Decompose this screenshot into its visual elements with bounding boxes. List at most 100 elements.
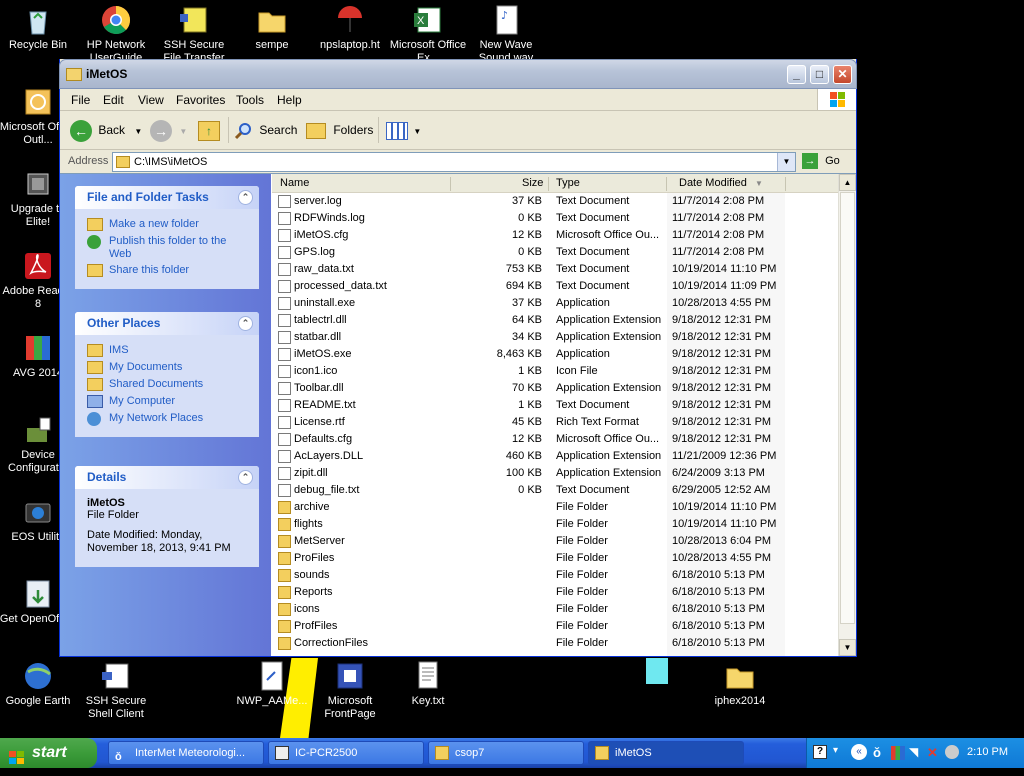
- vertical-scrollbar[interactable]: ▲ ▼: [838, 174, 856, 656]
- taskbar-item-ic-pcr2500[interactable]: IC-PCR2500: [268, 741, 424, 765]
- column-name[interactable]: Name: [280, 177, 309, 189]
- menu-edit[interactable]: Edit: [103, 93, 124, 107]
- desktop-icon-iphex2014[interactable]: iphex2014: [700, 660, 780, 721]
- table-row[interactable]: raw_data.txt 753 KB Text Document 10/19/201…: [272, 261, 838, 278]
- taskbar-item-csop7[interactable]: csop7: [428, 741, 584, 765]
- panel-header[interactable]: Other Places ⌃: [75, 312, 259, 335]
- table-row[interactable]: statbar.dll 34 KB Application Extension 9/1…: [272, 329, 838, 346]
- desktop-icon-google-earth[interactable]: Google Earth: [0, 660, 78, 721]
- table-row[interactable]: server.log 37 KB Text Document 11/7/2014 2:…: [272, 193, 838, 210]
- menu-tools[interactable]: Tools: [236, 93, 264, 107]
- search-button[interactable]: Search: [234, 117, 297, 143]
- column-divider[interactable]: [450, 177, 451, 191]
- task-publish-folder[interactable]: Publish this folder to the Web: [87, 235, 251, 261]
- table-row[interactable]: Reports File Folder 6/18/2010 5:13 PM: [272, 584, 838, 601]
- back-button[interactable]: ← Back ▼: [70, 117, 142, 143]
- place-shared-documents[interactable]: Shared Documents: [87, 378, 251, 392]
- up-folder-button[interactable]: ↑: [198, 117, 220, 143]
- desktop-icon-key-txt[interactable]: Key.txt: [388, 660, 468, 721]
- menu-view[interactable]: View: [138, 93, 164, 107]
- security-alert-icon[interactable]: ✕: [927, 745, 943, 761]
- column-divider[interactable]: [666, 177, 667, 191]
- intermet-tray-icon[interactable]: ǒ: [873, 745, 885, 761]
- address-input[interactable]: C:\IMS\iMetOS ▼: [112, 152, 796, 172]
- table-row[interactable]: tablectrl.dll 64 KB Application Extension 9…: [272, 312, 838, 329]
- go-button[interactable]: → Go: [802, 153, 850, 171]
- place-my-computer[interactable]: My Computer: [87, 395, 251, 409]
- panel-header[interactable]: Details ⌃: [75, 466, 259, 489]
- forward-button[interactable]: → ▼: [150, 117, 187, 143]
- file-size: 1 KB: [518, 399, 542, 411]
- taskbar-item-imetos[interactable]: iMetOS: [588, 741, 744, 765]
- table-row[interactable]: ProFiles File Folder 10/28/2013 4:55 PM: [272, 550, 838, 567]
- desktop-icon-ssh-file-transfer[interactable]: SSH Secure File Transfer Client: [154, 4, 234, 65]
- desktop-icon-npslaptop[interactable]: npslaptop.ht: [310, 4, 390, 65]
- show-hidden-icons-button[interactable]: «: [851, 744, 867, 760]
- menu-file[interactable]: File: [71, 93, 90, 107]
- table-row[interactable]: CorrectionFiles File Folder 6/18/2010 5:13…: [272, 635, 838, 652]
- table-row[interactable]: MetServer File Folder 10/28/2013 6:04 PM: [272, 533, 838, 550]
- close-button[interactable]: ✕: [833, 65, 852, 84]
- tray-expand-icon[interactable]: ▾: [833, 745, 843, 759]
- desktop-icon-frontpage[interactable]: Microsoft FrontPage: [310, 660, 390, 721]
- desktop-icon-ssh-shell[interactable]: SSH Secure Shell Client: [76, 660, 156, 721]
- table-row[interactable]: icons File Folder 6/18/2010 5:13 PM: [272, 601, 838, 618]
- panel-header[interactable]: File and Folder Tasks ⌃: [75, 186, 259, 209]
- network-tray-icon[interactable]: [891, 746, 905, 760]
- menu-favorites[interactable]: Favorites: [176, 93, 225, 107]
- table-row[interactable]: icon1.ico 1 KB Icon File 9/18/2012 12:31 PM: [272, 363, 838, 380]
- menu-help[interactable]: Help: [277, 93, 302, 107]
- desktop-icon-sempe[interactable]: sempe: [232, 4, 312, 65]
- wireless-icon[interactable]: ◥: [909, 745, 925, 761]
- place-my-network-places[interactable]: My Network Places: [87, 412, 251, 426]
- desktop-icon-excel[interactable]: X Microsoft Office Ex...: [388, 4, 468, 65]
- scroll-down-button[interactable]: ▼: [839, 639, 856, 656]
- folders-button[interactable]: Folders: [306, 117, 373, 143]
- task-share-folder[interactable]: Share this folder: [87, 264, 251, 278]
- column-date-modified[interactable]: Date Modified: [679, 177, 747, 189]
- collapse-chevron-icon[interactable]: ⌃: [238, 316, 253, 331]
- help-icon[interactable]: ?: [813, 745, 827, 759]
- desktop-icon-recycle-bin[interactable]: Recycle Bin: [0, 4, 78, 65]
- table-row[interactable]: License.rtf 45 KB Rich Text Format 9/18/201…: [272, 414, 838, 431]
- collapse-chevron-icon[interactable]: ⌃: [238, 190, 253, 205]
- table-row[interactable]: README.txt 1 KB Text Document 9/18/2012 12:…: [272, 397, 838, 414]
- column-type[interactable]: Type: [556, 177, 580, 189]
- maximize-button[interactable]: □: [810, 65, 829, 84]
- place-ims[interactable]: IMS: [87, 344, 251, 358]
- file-icon: [278, 331, 291, 344]
- column-divider[interactable]: [785, 177, 786, 191]
- minimize-button[interactable]: _: [787, 65, 806, 84]
- column-divider[interactable]: [548, 177, 549, 191]
- title-bar[interactable]: iMetOS _ □ ✕: [59, 59, 857, 89]
- table-row[interactable]: AcLayers.DLL 460 KB Application Extension 1…: [272, 448, 838, 465]
- volume-icon[interactable]: [945, 745, 959, 759]
- table-row[interactable]: ProfFiles File Folder 6/18/2010 5:13 PM: [272, 618, 838, 635]
- table-row[interactable]: iMetOS.cfg 12 KB Microsoft Office Ou... 11/…: [272, 227, 838, 244]
- desktop-icon-wave-sound[interactable]: ♪ New Wave Sound.wav: [466, 4, 546, 65]
- table-row[interactable]: RDFWinds.log 0 KB Text Document 11/7/2014 2…: [272, 210, 838, 227]
- start-button[interactable]: start: [0, 738, 97, 768]
- collapse-chevron-icon[interactable]: ⌃: [238, 470, 253, 485]
- task-make-new-folder[interactable]: Make a new folder: [87, 218, 251, 232]
- table-row[interactable]: archive File Folder 10/19/2014 11:10 PM: [272, 499, 838, 516]
- address-dropdown-button[interactable]: ▼: [777, 153, 795, 171]
- place-my-documents[interactable]: My Documents: [87, 361, 251, 375]
- views-button[interactable]: ▼: [386, 117, 421, 143]
- table-row[interactable]: Defaults.cfg 12 KB Microsoft Office Ou... 9…: [272, 431, 838, 448]
- column-size[interactable]: Size: [522, 177, 543, 189]
- table-row[interactable]: zipit.dll 100 KB Application Extension 6/24…: [272, 465, 838, 482]
- table-row[interactable]: iMetOS.exe 8,463 KB Application 9/18/2012 1…: [272, 346, 838, 363]
- table-row[interactable]: GPS.log 0 KB Text Document 11/7/2014 2:08 P…: [272, 244, 838, 261]
- desktop-icon-nwp[interactable]: NWP_AAMe...: [232, 660, 312, 721]
- table-row[interactable]: sounds File Folder 6/18/2010 5:13 PM: [272, 567, 838, 584]
- table-row[interactable]: Toolbar.dll 70 KB Application Extension 9/1…: [272, 380, 838, 397]
- scroll-up-button[interactable]: ▲: [839, 174, 856, 191]
- table-row[interactable]: processed_data.txt 694 KB Text Document 10/…: [272, 278, 838, 295]
- table-row[interactable]: flights File Folder 10/19/2014 11:10 PM: [272, 516, 838, 533]
- scroll-thumb[interactable]: [840, 192, 855, 624]
- desktop-icon-hp-network[interactable]: HP Network UserGuide: [76, 4, 156, 65]
- taskbar-item-intermet[interactable]: ǒ InterMet Meteorologi...: [108, 741, 264, 765]
- table-row[interactable]: uninstall.exe 37 KB Application 10/28/2013 …: [272, 295, 838, 312]
- table-row[interactable]: debug_file.txt 0 KB Text Document 6/29/2005…: [272, 482, 838, 499]
